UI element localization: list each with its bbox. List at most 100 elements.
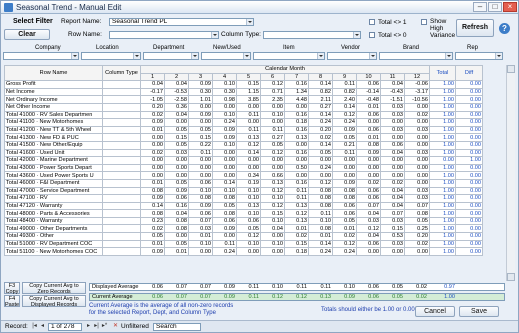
- month-value-cell[interactable]: 0.66: [260, 171, 285, 180]
- month-value-cell[interactable]: 0.05: [140, 232, 165, 241]
- month-value-cell[interactable]: 0.06: [332, 209, 357, 218]
- month-value-cell[interactable]: 0.13: [236, 133, 261, 142]
- month-value-cell[interactable]: 0.00: [284, 102, 309, 112]
- month-value-cell[interactable]: 0.16: [284, 80, 309, 89]
- month-value-cell[interactable]: 0.06: [380, 140, 405, 150]
- month-value-cell[interactable]: 0.02: [308, 133, 333, 142]
- month-value-cell[interactable]: 0.05: [212, 201, 237, 211]
- month-value-cell[interactable]: 0.14: [308, 110, 333, 120]
- month-value-cell[interactable]: 0.03: [356, 216, 381, 226]
- month-value-cell[interactable]: 0.00: [404, 178, 430, 188]
- month-value-cell[interactable]: 0.10: [260, 216, 285, 226]
- month-value-cell[interactable]: 0.00: [356, 171, 381, 180]
- month-value-cell[interactable]: 0.00: [236, 163, 261, 173]
- month-value-cell[interactable]: 0.05: [164, 125, 189, 135]
- month-value-cell[interactable]: 0.03: [188, 224, 213, 234]
- scroll-up-icon[interactable]: [507, 65, 515, 73]
- clear-button[interactable]: Clear: [4, 29, 50, 40]
- month-value-cell[interactable]: 0.08: [308, 194, 333, 203]
- month-value-cell[interactable]: 0.03: [380, 125, 405, 135]
- month-value-cell[interactable]: 0.06: [356, 186, 381, 196]
- month-value-cell[interactable]: 0.05: [308, 148, 333, 158]
- month-value-cell[interactable]: 0.09: [212, 224, 237, 234]
- show-high-variance-checkbox[interactable]: [421, 19, 427, 25]
- month-value-cell[interactable]: 0.00: [164, 163, 189, 173]
- month-value-cell[interactable]: 0.15: [284, 239, 309, 249]
- chevron-down-icon[interactable]: [211, 32, 218, 38]
- month-value-cell[interactable]: 0.00: [332, 156, 357, 165]
- row-name-cell[interactable]: Total 41200 · New TT & 5th Wheel: [4, 125, 103, 135]
- month-value-cell[interactable]: 0.09: [332, 178, 357, 188]
- total-cell[interactable]: 1.00: [429, 148, 456, 158]
- month-value-cell[interactable]: 0.06: [356, 125, 381, 135]
- month-value-cell[interactable]: 0.00: [164, 171, 189, 180]
- month-value-cell[interactable]: 1.15: [236, 87, 261, 97]
- column-type-cell[interactable]: [102, 194, 141, 203]
- month-value-cell[interactable]: 0.04: [380, 80, 405, 89]
- month-value-cell[interactable]: 0.13: [260, 178, 285, 188]
- month-value-cell[interactable]: 0.06: [356, 110, 381, 120]
- month-value-cell[interactable]: 0.24: [332, 118, 357, 127]
- month-value-cell[interactable]: 0.11: [188, 148, 213, 158]
- row-name-cell[interactable]: Total 41000 · RV Sales Departmen: [4, 110, 103, 120]
- month-value-cell[interactable]: 0.11: [332, 148, 357, 158]
- diff-header[interactable]: Diff: [455, 64, 483, 82]
- month-value-cell[interactable]: 0.01: [140, 239, 165, 249]
- month-value-cell[interactable]: 0.02: [140, 224, 165, 234]
- month-value-cell[interactable]: 0.09: [164, 186, 189, 196]
- diff-cell[interactable]: 0.00: [455, 209, 483, 218]
- table-row[interactable]: Total 41000 · RV Sales Departmen 0.02 0.04…: [4, 110, 483, 120]
- month-value-cell[interactable]: 0.12: [332, 110, 357, 120]
- column-type-header[interactable]: Column Type: [102, 64, 141, 82]
- month-value-cell[interactable]: -3.17: [404, 87, 430, 97]
- last-record-icon[interactable]: ▸|: [93, 323, 100, 330]
- month-value-cell[interactable]: 0.14: [332, 102, 357, 112]
- month-value-cell[interactable]: -1.51: [380, 95, 405, 104]
- chevron-down-icon[interactable]: [495, 53, 502, 59]
- table-row[interactable]: Total 41200 · New TT & 5th Wheel 0.01 0.05…: [4, 125, 483, 135]
- column-type-cell[interactable]: [102, 118, 141, 127]
- chevron-down-icon[interactable]: [71, 53, 78, 59]
- table-row[interactable]: Total 47100 · RV 0.09 0.06 0.08 0.08 0.10 0.10…: [4, 194, 483, 203]
- diff-cell[interactable]: 0.00: [455, 186, 483, 196]
- table-row[interactable]: Total 43000 · Power Sports Depart 0.00 0.0…: [4, 163, 483, 173]
- month-value-cell[interactable]: 0.11: [284, 186, 309, 196]
- month-value-cell[interactable]: 0.06: [212, 216, 237, 226]
- month-header[interactable]: 4: [212, 72, 237, 82]
- month-value-cell[interactable]: 0.00: [236, 247, 261, 256]
- column-type-cell[interactable]: [102, 201, 141, 211]
- diff-cell[interactable]: 1.00: [455, 156, 483, 165]
- chevron-down-icon[interactable]: [369, 53, 376, 59]
- month-value-cell[interactable]: 0.04: [380, 194, 405, 203]
- month-value-cell[interactable]: 0.25: [404, 224, 430, 234]
- close-icon[interactable]: ×: [503, 2, 517, 12]
- month-value-cell[interactable]: 1.34: [284, 87, 309, 97]
- maximize-icon[interactable]: □: [488, 2, 502, 12]
- month-value-cell[interactable]: 0.14: [140, 201, 165, 211]
- month-value-cell[interactable]: 0.30: [212, 87, 237, 97]
- month-value-cell[interactable]: 0.00: [236, 118, 261, 127]
- month-value-cell[interactable]: 0.16: [284, 125, 309, 135]
- month-value-cell[interactable]: 0.18: [284, 247, 309, 256]
- total-cell[interactable]: 1.00: [429, 178, 456, 188]
- month-value-cell[interactable]: 0.07: [188, 216, 213, 226]
- total-cell[interactable]: 1.00: [429, 95, 456, 104]
- month-value-cell[interactable]: 0.00: [164, 118, 189, 127]
- month-value-cell[interactable]: 0.04: [140, 80, 165, 89]
- total-gt1-checkbox[interactable]: [369, 19, 375, 25]
- month-header[interactable]: 1: [140, 72, 165, 82]
- month-value-cell[interactable]: 0.09: [188, 110, 213, 120]
- month-value-cell[interactable]: -0.06: [404, 80, 430, 89]
- month-value-cell[interactable]: 0.02: [140, 148, 165, 158]
- month-header[interactable]: 7: [284, 72, 309, 82]
- total-cell[interactable]: 1.00: [429, 171, 456, 180]
- diff-cell[interactable]: 0.00: [455, 216, 483, 226]
- month-value-cell[interactable]: 0.08: [308, 224, 333, 234]
- cancel-button[interactable]: Cancel: [415, 306, 455, 317]
- month-value-cell[interactable]: 0.03: [404, 148, 430, 158]
- minimize-icon[interactable]: –: [473, 2, 487, 12]
- month-value-cell[interactable]: 0.08: [308, 201, 333, 211]
- month-value-cell[interactable]: 0.00: [380, 163, 405, 173]
- month-value-cell[interactable]: 0.05: [332, 133, 357, 142]
- total-cell[interactable]: 1.00: [429, 224, 456, 234]
